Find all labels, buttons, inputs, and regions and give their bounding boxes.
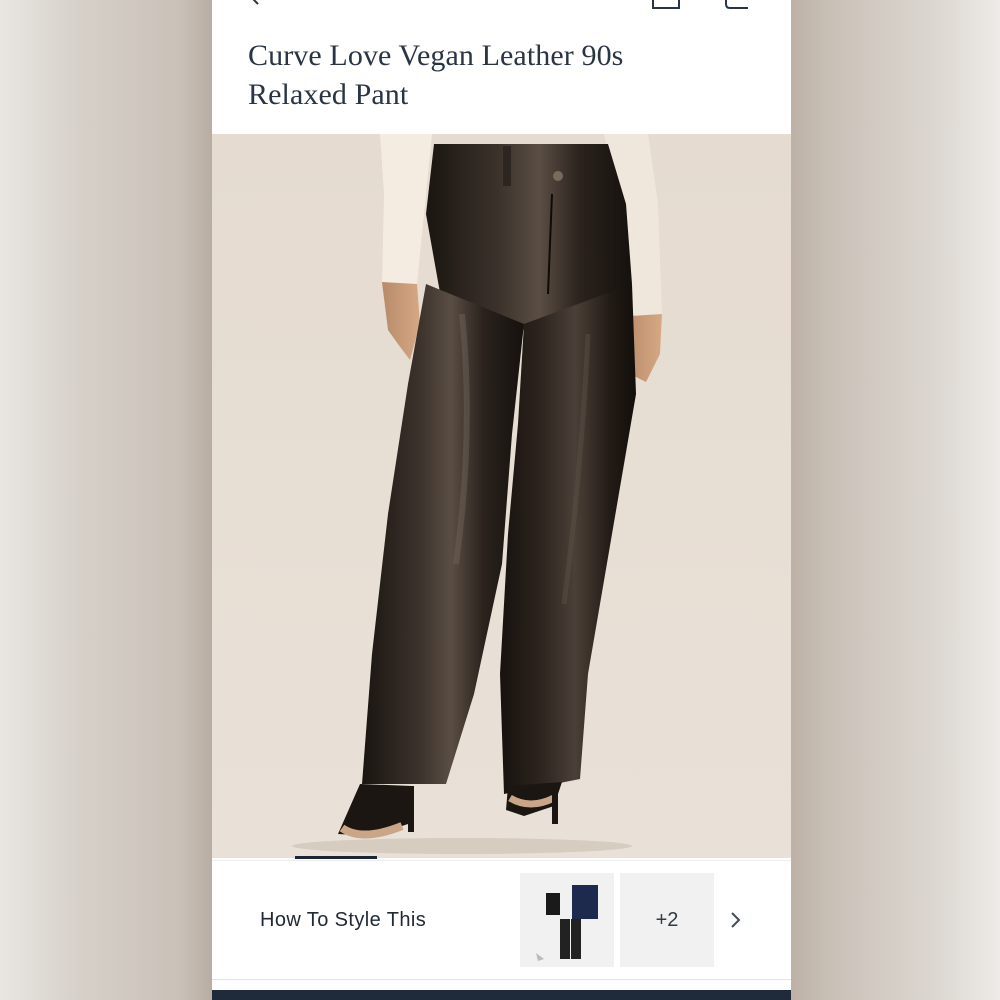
more-outfits-button[interactable]: +2 [620,873,714,967]
product-photo-illustration [212,134,791,858]
chevron-right-icon[interactable] [726,909,744,931]
how-to-style-section[interactable]: How To Style This +2 [212,860,791,980]
back-arrow-icon[interactable] [246,0,262,6]
carousel-indicator [295,856,377,859]
outfit-image [536,885,598,961]
top-bar [212,0,791,20]
product-image[interactable] [212,134,791,858]
product-title-line2: Relaxed Pant [248,78,409,111]
outfit-thumbnail[interactable] [520,873,614,967]
bag-icon[interactable] [650,0,682,10]
cart-icon[interactable] [722,0,754,10]
how-to-style-label: How To Style This [260,909,427,931]
app-screen: Curve Love Vegan Leather 90s Relaxed Pan… [212,0,791,1000]
bottom-action-bar[interactable] [212,990,791,1000]
product-title: Curve Love Vegan Leather 90s Relaxed Pan… [248,36,668,114]
product-title-line1: Curve Love Vegan Leather 90s [248,39,624,72]
